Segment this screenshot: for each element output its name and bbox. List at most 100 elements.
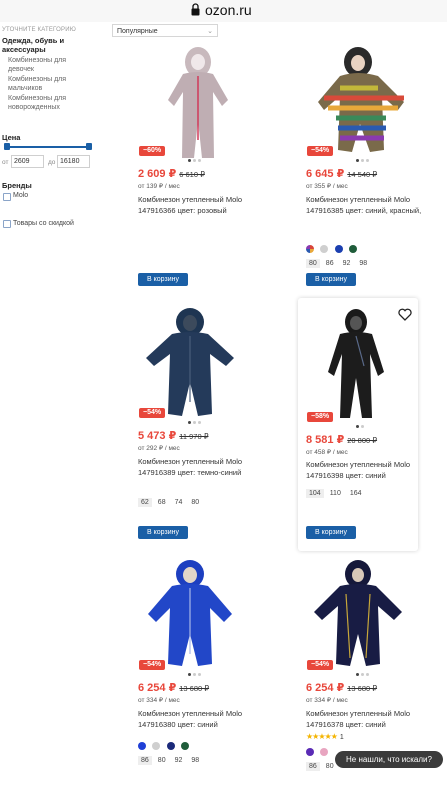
color-swatch[interactable] (166, 742, 175, 750)
discount-badge: −54% (307, 146, 334, 156)
price: 6 645 ₽14 540 ₽ (306, 167, 377, 180)
snowsuit-darknavy-image[interactable] (306, 554, 426, 674)
monthly-payment: от 458 ₽ / мес (306, 449, 348, 456)
image-carousel-dots[interactable] (356, 159, 376, 163)
star-icons: ★★★★★ (306, 732, 338, 741)
current-price: 5 473 ₽ (138, 430, 177, 442)
product-title[interactable]: Комбинезон утепленный Molo 147916378 цве… (306, 709, 424, 730)
product-title[interactable]: Комбинезон утепленный Molo 147916398 цве… (306, 460, 416, 481)
size-option[interactable]: 98 (356, 259, 370, 268)
color-swatch[interactable] (181, 742, 190, 750)
size-option[interactable]: 86 (323, 259, 337, 268)
price-slider-max-handle[interactable] (86, 143, 92, 150)
color-swatch[interactable] (306, 245, 314, 253)
category-heading: УТОЧНИТЕ КАТЕГОРИЮ (2, 27, 76, 33)
product-title[interactable]: Комбинезон утепленный Molo 147916366 цве… (138, 195, 256, 216)
color-swatches (306, 748, 330, 757)
sort-dropdown[interactable]: Популярные ⌄ (112, 24, 218, 37)
brand-molo-label[interactable]: Molo (13, 192, 28, 199)
color-swatches (306, 245, 359, 254)
snowsuit-blue-image[interactable] (138, 554, 258, 674)
product-card[interactable]: −54% 6 645 ₽14 540 ₽ от 355 ₽ / мес Комб… (306, 40, 426, 290)
monthly-payment: от 334 ₽ / мес (306, 697, 348, 704)
old-price: 20 800 ₽ (347, 436, 378, 445)
image-carousel-dots[interactable] (356, 673, 376, 677)
color-swatch[interactable] (320, 748, 329, 756)
color-swatch[interactable] (334, 245, 343, 253)
size-option[interactable]: 74 (172, 498, 186, 507)
add-to-cart-button[interactable]: В корзину (306, 273, 356, 286)
product-title[interactable]: Комбинезон утепленный Molo 147916380 цве… (138, 709, 256, 730)
size-option[interactable]: 104 (306, 489, 324, 498)
size-option[interactable]: 80 (155, 756, 169, 765)
size-option[interactable]: 92 (340, 259, 354, 268)
size-option[interactable]: 80 (306, 259, 320, 268)
size-option[interactable]: 80 (188, 498, 202, 507)
old-price: 14 540 ₽ (347, 170, 378, 179)
discount-badge: −54% (307, 660, 334, 670)
snowsuit-navy-image[interactable] (138, 302, 258, 422)
add-to-cart-button[interactable]: В корзину (138, 526, 188, 539)
color-swatch[interactable] (138, 742, 146, 750)
current-price: 8 581 ₽ (306, 434, 345, 446)
snowsuit-rainbow-image[interactable] (306, 40, 426, 160)
product-title[interactable]: Комбинезон утепленный Molo 147916385 цве… (306, 195, 424, 216)
discount-label[interactable]: Товары со скидкой (13, 220, 74, 227)
brand-molo-checkbox[interactable] (3, 193, 11, 201)
add-to-cart-button[interactable]: В корзину (138, 273, 188, 286)
image-carousel-dots[interactable] (188, 673, 208, 677)
color-swatch[interactable] (320, 245, 329, 253)
color-swatch[interactable] (306, 748, 314, 756)
color-swatch[interactable] (349, 245, 358, 253)
image-carousel-dots[interactable] (188, 159, 208, 163)
size-option[interactable]: 110 (327, 489, 344, 498)
image-carousel-dots[interactable] (356, 425, 376, 429)
size-option[interactable]: 68 (155, 498, 169, 507)
color-swatch[interactable] (152, 742, 161, 750)
old-price: 6 610 ₽ (179, 170, 205, 179)
subcategory-girls[interactable]: Комбинезоны для девочек (8, 56, 88, 74)
size-list: 80 86 92 98 (306, 259, 373, 268)
size-option[interactable]: 86 (138, 756, 152, 765)
category-title[interactable]: Одежда, обувь и аксессуары (2, 36, 97, 54)
old-price: 13 680 ₽ (347, 684, 378, 693)
monthly-payment: от 292 ₽ / мес (138, 445, 180, 452)
price-slider-min-handle[interactable] (4, 143, 10, 150)
help-search-button[interactable]: Не нашли, что искали? (335, 751, 443, 768)
size-option[interactable]: 98 (188, 756, 202, 765)
rating-count[interactable]: 1 (340, 734, 344, 741)
url-text: ozon.ru (205, 2, 252, 18)
monthly-payment: от 355 ₽ / мес (306, 183, 348, 190)
monthly-payment: от 334 ₽ / мес (138, 697, 180, 704)
size-option[interactable]: 164 (347, 489, 365, 498)
image-carousel-dots[interactable] (188, 421, 208, 425)
chevron-down-icon: ⌄ (207, 28, 213, 35)
product-card[interactable]: −54% 6 254 ₽13 680 ₽ от 334 ₽ / мес Комб… (138, 554, 258, 804)
product-card[interactable]: −54% 5 473 ₽11 970 ₽ от 292 ₽ / мес Комб… (138, 302, 258, 552)
price-from-input[interactable]: 2609 (11, 155, 44, 168)
subcategory-boys[interactable]: Комбинезоны для мальчиков (8, 75, 88, 93)
price-from-label: от (2, 159, 9, 166)
snowsuit-pink-image[interactable] (138, 40, 258, 160)
price-to-input[interactable]: 16180 (57, 155, 90, 168)
product-title[interactable]: Комбинезон утепленный Molo 147916389 цве… (138, 457, 256, 478)
snowsuit-black-image[interactable] (306, 302, 410, 422)
browser-url-bar[interactable]: ozon.ru (0, 0, 447, 22)
favorite-heart-icon[interactable] (398, 308, 412, 321)
price: 6 254 ₽13 680 ₽ (138, 681, 209, 694)
color-swatches (138, 742, 191, 751)
add-to-cart-button[interactable]: В корзину (306, 526, 356, 539)
subcategory-newborns[interactable]: Комбинезоны для новорожденных (8, 94, 88, 112)
monthly-payment: от 139 ₽ / мес (138, 183, 180, 190)
sort-selected: Популярные (117, 28, 158, 35)
discount-checkbox[interactable] (3, 220, 11, 228)
discount-badge: −58% (307, 412, 334, 422)
product-card[interactable]: −58% 8 581 ₽20 800 ₽ от 458 ₽ / мес Комб… (298, 298, 418, 551)
discount-badge: −60% (139, 146, 166, 156)
size-option[interactable]: 62 (138, 498, 152, 507)
size-option[interactable]: 92 (172, 756, 186, 765)
product-card[interactable]: −60% 2 609 ₽6 610 ₽ от 139 ₽ / мес Комби… (138, 40, 258, 290)
price: 5 473 ₽11 970 ₽ (138, 429, 209, 442)
price-slider-track[interactable] (4, 146, 90, 148)
price-to-label: до (48, 159, 56, 166)
